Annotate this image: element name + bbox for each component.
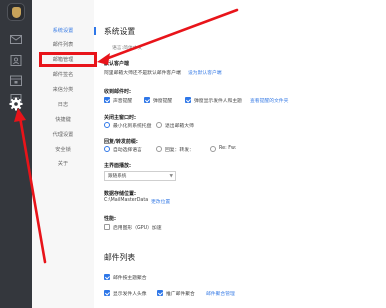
alert-folders-link[interactable]: 查看提醒的文件夹 xyxy=(250,97,288,104)
popup-alert-checkbox[interactable] xyxy=(144,97,150,103)
auto-language-label: 自动选择语言 xyxy=(113,148,142,153)
settings-window: 系统设置 邮件列表 邮箱管理 邮件签名 来信分类 日志 快捷键 代理设置 安全锁… xyxy=(0,0,386,308)
nav-item-signature[interactable]: 邮件签名 xyxy=(32,70,94,80)
chevron-down-icon: ▼ xyxy=(169,174,173,179)
promo-aggregate-checkbox[interactable] xyxy=(157,290,163,296)
english-prefix-label: Re: Fw: xyxy=(219,146,237,151)
settings-nav: 系统设置 邮件列表 邮箱管理 邮件签名 来信分类 日志 快捷键 代理设置 安全锁… xyxy=(32,0,94,308)
data-storage-label: 数据存储位置: xyxy=(104,191,137,197)
page-title: 系统设置 xyxy=(104,27,136,36)
thread-aggregate-checkbox[interactable] xyxy=(104,274,110,280)
contacts-icon[interactable] xyxy=(9,54,23,67)
language-label: 语言:简体中文 xyxy=(112,46,143,51)
gpu-acceleration-label: 启用图形（GPU）加速 xyxy=(113,226,162,231)
nav-item-proxy[interactable]: 代理设置 xyxy=(32,130,94,140)
minimize-tray-label: 最小化到系统托盘 xyxy=(113,124,152,129)
theme-label: 主界面播放: xyxy=(104,163,132,169)
promo-aggregate-label: 推广邮件聚合 xyxy=(166,292,195,297)
mail-received-label: 收到邮件时: xyxy=(104,89,132,95)
english-prefix-radio[interactable] xyxy=(210,146,216,152)
exit-app-radio[interactable] xyxy=(156,122,162,128)
sender-avatar-checkbox[interactable] xyxy=(104,290,110,296)
settings-icon[interactable] xyxy=(8,96,24,112)
nav-item-about[interactable]: 关于 xyxy=(32,159,94,169)
popup-sender-checkbox[interactable] xyxy=(185,97,191,103)
sound-alert-checkbox[interactable] xyxy=(104,97,110,103)
popup-sender-label: 弹窗显示发件人和主题 xyxy=(194,99,242,104)
gpu-acceleration-checkbox[interactable] xyxy=(104,224,110,230)
calendar-icon[interactable] xyxy=(9,74,23,87)
app-rail xyxy=(0,0,32,308)
performance-label: 性能: xyxy=(104,216,116,222)
nav-item-shortcuts[interactable]: 快捷键 xyxy=(32,115,94,125)
nav-item-security-lock[interactable]: 安全锁 xyxy=(32,145,94,155)
sender-avatar-label: 显示发件人头像 xyxy=(113,292,147,297)
change-location-link[interactable]: 更改位置 xyxy=(151,198,170,205)
nav-item-classify[interactable]: 来信分类 xyxy=(32,85,94,95)
highlight-box xyxy=(39,52,97,67)
aggregate-manage-link[interactable]: 邮件聚合管理 xyxy=(206,290,235,297)
nav-item-mail-list[interactable]: 邮件列表 xyxy=(32,40,94,50)
thread-aggregate-label: 邮件按主题聚合 xyxy=(113,276,147,281)
sound-alert-label: 声音提醒 xyxy=(113,99,133,104)
chinese-prefix-label: 回复：转发： xyxy=(165,148,194,153)
data-storage-path: C:\MailMasterData xyxy=(104,198,149,203)
logo-icon[interactable] xyxy=(7,3,25,21)
nav-item-log[interactable]: 日志 xyxy=(32,100,94,110)
close-main-label: 关闭主窗口时: xyxy=(104,115,137,121)
default-client-text: 阿里邮箱大师还不是默认邮件客户端 xyxy=(104,71,181,76)
nav-active-indicator xyxy=(94,27,96,35)
theme-select-value: 跟随系统 xyxy=(108,174,127,179)
set-default-client-link[interactable]: 设为默认客户端 xyxy=(188,69,222,76)
chinese-prefix-radio[interactable] xyxy=(156,146,162,152)
minimize-tray-radio[interactable] xyxy=(104,122,110,128)
nav-item-system-settings[interactable]: 系统设置 xyxy=(32,26,94,36)
reply-prefix-label: 回复/转发前缀: xyxy=(104,139,138,145)
mail-icon[interactable] xyxy=(9,33,23,46)
default-client-label: 默认客户端 xyxy=(104,61,130,67)
popup-alert-label: 弹窗提醒 xyxy=(153,99,173,104)
auto-language-radio[interactable] xyxy=(104,146,110,152)
settings-content: 系统设置 语言:简体中文 默认客户端 阿里邮箱大师还不是默认邮件客户端 设为默认… xyxy=(104,0,386,308)
theme-select[interactable]: 跟随系统 ▼ xyxy=(104,171,176,181)
mail-list-section-title: 邮件列表 xyxy=(104,253,136,262)
exit-app-label: 退出邮箱大师 xyxy=(165,124,194,129)
